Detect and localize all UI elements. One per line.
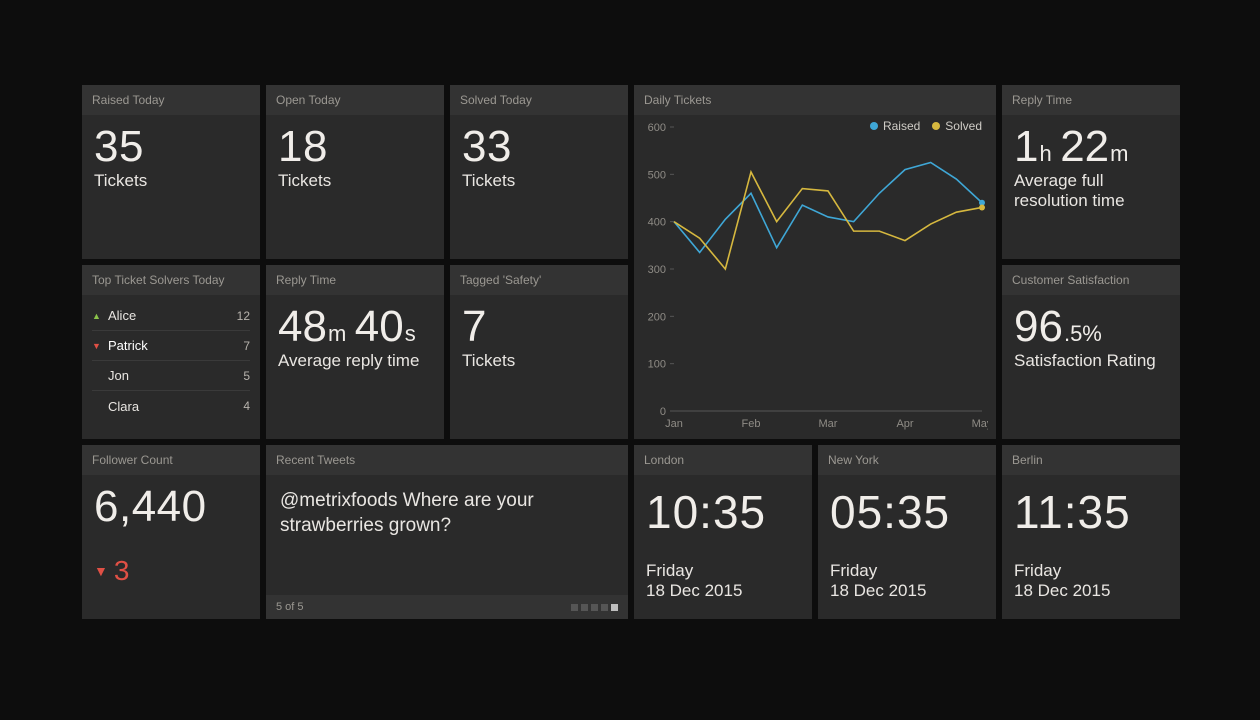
svg-text:200: 200 [648,311,666,323]
solver-name: Patrick [106,338,243,353]
svg-text:400: 400 [648,217,666,229]
open-unit: Tickets [278,171,432,191]
solver-name: Jon [106,368,243,383]
reply-value: 48m 40s [278,305,432,349]
raised-value: 35 [94,125,248,169]
svg-text:600: 600 [648,122,666,134]
dot-icon[interactable] [571,604,578,611]
solver-count: 5 [243,369,250,383]
tile-recent-tweets: Recent Tweets @metrixfoods Where are you… [266,445,628,619]
tagged-unit: Tickets [462,351,616,371]
tile-title: Berlin [1002,445,1180,475]
tile-title: London [634,445,812,475]
svg-text:300: 300 [648,264,666,276]
clock-day: Friday [646,561,800,581]
fullres-value: 1h 22m [1014,125,1168,169]
dot-icon[interactable] [611,604,618,611]
dot-icon[interactable] [591,604,598,611]
solver-count: 7 [243,339,250,353]
daily-tickets-chart: 0 100 200 300 400 500 600 Jan Feb Mar Apr May [642,119,988,433]
list-item: Clara4 [92,391,250,421]
leaderboard: ▲Alice12▼Patrick7Jon5Clara4 [82,295,260,421]
tile-title: Reply Time [266,265,444,295]
tweet-page-indicator: 5 of 5 [276,601,304,613]
tile-solved-today: Solved Today 33 Tickets [450,85,628,259]
raised-unit: Tickets [94,171,248,191]
csat-caption: Satisfaction Rating [1014,351,1168,371]
clock-date: 18 Dec 2015 [646,581,800,601]
svg-text:100: 100 [648,359,666,371]
tile-customer-satisfaction: Customer Satisfaction 96.5% Satisfaction… [1002,265,1180,439]
tile-title: Tagged 'Safety' [450,265,628,295]
svg-text:Mar: Mar [819,418,838,430]
solver-name: Clara [106,399,243,414]
follower-value: 6,440 [94,485,248,529]
clock-date: 18 Dec 2015 [1014,581,1168,601]
clock-time: 11:35 [1014,485,1168,539]
svg-text:0: 0 [660,406,666,418]
tile-reply-time: Reply Time 48m 40s Average reply time [266,265,444,439]
reply-caption: Average reply time [278,351,432,371]
tile-open-today: Open Today 18 Tickets [266,85,444,259]
svg-text:Jan: Jan [665,418,683,430]
follower-delta: ▼ 3 [94,555,248,587]
triangle-up-icon: ▲ [92,311,106,321]
list-item: ▼Patrick7 [92,331,250,361]
list-item: ▲Alice12 [92,301,250,331]
triangle-down-icon: ▼ [94,563,108,579]
tile-title: Open Today [266,85,444,115]
tile-title: Reply Time [1002,85,1180,115]
tile-tagged-safety: Tagged 'Safety' 7 Tickets [450,265,628,439]
tile-top-solvers: Top Ticket Solvers Today ▲Alice12▼Patric… [82,265,260,439]
tile-title: New York [818,445,996,475]
tile-clock-berlin: Berlin 11:35 Friday 18 Dec 2015 [1002,445,1180,619]
tile-full-resolution: Reply Time 1h 22m Average full resolutio… [1002,85,1180,259]
tweet-text: @metrixfoods Where are your strawberries… [266,475,628,538]
solver-name: Alice [106,308,237,323]
dot-icon[interactable] [601,604,608,611]
tile-title: Raised Today [82,85,260,115]
clock-time: 10:35 [646,485,800,539]
open-value: 18 [278,125,432,169]
fullres-caption: Average full resolution time [1014,171,1168,212]
pagination-dots[interactable] [571,604,618,611]
triangle-down-icon: ▼ [92,341,106,351]
tile-raised-today: Raised Today 35 Tickets [82,85,260,259]
clock-day: Friday [1014,561,1168,581]
svg-text:Apr: Apr [896,418,913,430]
dot-icon[interactable] [581,604,588,611]
solved-unit: Tickets [462,171,616,191]
tile-title: Recent Tweets [266,445,628,475]
tile-clock-newyork: New York 05:35 Friday 18 Dec 2015 [818,445,996,619]
solver-count: 12 [237,309,250,323]
tile-title: Top Ticket Solvers Today [82,265,260,295]
tile-title: Daily Tickets [634,85,996,115]
tile-follower-count: Follower Count 6,440 ▼ 3 [82,445,260,619]
tile-title: Customer Satisfaction [1002,265,1180,295]
tile-title: Solved Today [450,85,628,115]
clock-time: 05:35 [830,485,984,539]
clock-day: Friday [830,561,984,581]
csat-value: 96.5% [1014,305,1168,349]
tagged-value: 7 [462,305,616,349]
clock-date: 18 Dec 2015 [830,581,984,601]
tile-daily-tickets: Daily Tickets Raised Solved 010020030040… [634,85,996,439]
svg-text:Feb: Feb [742,418,761,430]
list-item: Jon5 [92,361,250,391]
tile-title: Follower Count [82,445,260,475]
svg-text:500: 500 [648,169,666,181]
svg-text:May: May [972,418,988,430]
solver-count: 4 [243,399,250,413]
tile-clock-london: London 10:35 Friday 18 Dec 2015 [634,445,812,619]
solved-value: 33 [462,125,616,169]
